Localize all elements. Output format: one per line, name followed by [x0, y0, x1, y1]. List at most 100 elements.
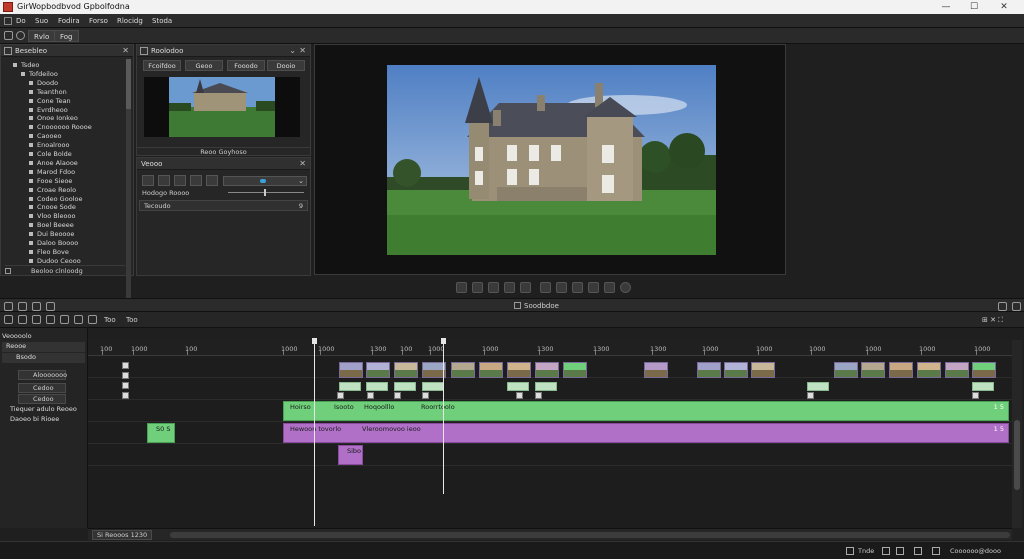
- track-button[interactable]: Cedoo: [18, 394, 66, 404]
- source-tab[interactable]: Fooodo: [227, 60, 265, 71]
- tree-item[interactable]: Fooe Sieoe: [37, 177, 72, 185]
- control-row[interactable]: Tecoudo 9: [139, 200, 308, 211]
- timeline-ruler[interactable]: 100 1000 100 1000 1000 1300 100 1000 1000 1300 130…: [88, 340, 1012, 356]
- tree-item[interactable]: Doodo: [37, 79, 58, 87]
- small-clip-green[interactable]: S0 S: [147, 423, 175, 443]
- toolbar-button[interactable]: Rvlo: [28, 30, 56, 42]
- mark-icon[interactable]: [540, 282, 551, 293]
- select-tool-icon[interactable]: [4, 315, 13, 324]
- record-icon[interactable]: [16, 31, 25, 40]
- video-clip-thumbnail[interactable]: [945, 362, 969, 378]
- link-icon[interactable]: [896, 547, 904, 555]
- video-clip-thumbnail[interactable]: [563, 362, 587, 378]
- maximize-panel-icon[interactable]: [998, 302, 1007, 311]
- razor-tool-icon[interactable]: [18, 315, 27, 324]
- marker-icon[interactable]: [74, 315, 83, 324]
- minimize-button[interactable]: —: [932, 1, 960, 13]
- tree-scrollbar[interactable]: [126, 59, 131, 305]
- tree-item[interactable]: Cole Bolde: [37, 150, 72, 158]
- close-button[interactable]: ✕: [990, 1, 1018, 13]
- video-clip-thumbnail[interactable]: [394, 362, 418, 378]
- mini-clip[interactable]: [807, 382, 829, 391]
- audio-icon[interactable]: [914, 547, 922, 555]
- close-icon[interactable]: ✕: [122, 46, 129, 55]
- settings-icon[interactable]: [620, 282, 631, 293]
- tree-item[interactable]: Dudoo Ceooo: [37, 257, 81, 265]
- mini-clip[interactable]: [535, 382, 557, 391]
- menu-item[interactable]: Stoda: [152, 17, 172, 25]
- redo-icon[interactable]: [18, 302, 27, 311]
- fast-forward-icon[interactable]: [520, 282, 531, 293]
- mini-clip[interactable]: [394, 382, 416, 391]
- source-tab[interactable]: Dooio: [267, 60, 305, 71]
- video-clip-thumbnail[interactable]: [366, 362, 390, 378]
- timeline-vertical-scrollbar[interactable]: [1012, 340, 1022, 528]
- video-clip-thumbnail[interactable]: [861, 362, 885, 378]
- scroll-thumb[interactable]: [126, 59, 131, 109]
- source-thumbnail[interactable]: [144, 77, 300, 137]
- maximize-button[interactable]: ☐: [960, 1, 988, 13]
- tree-item[interactable]: Fleo Bove: [37, 248, 69, 256]
- tree-item[interactable]: Anoe Alaooe: [37, 159, 78, 167]
- tree-item[interactable]: Enoalrooo: [37, 141, 69, 149]
- tree-item[interactable]: Onoe Ionkeo: [37, 114, 78, 122]
- scroll-thumb[interactable]: [1014, 420, 1020, 490]
- tree-item[interactable]: Cnoooooo Roooe: [37, 123, 92, 131]
- app-menu-icon[interactable]: [4, 17, 12, 25]
- zoom-label[interactable]: Si Reooos 1230: [92, 530, 153, 540]
- video-clip-green[interactable]: Hoirso Isooto Hoqoolllo Roorrtoolo 1 5: [283, 401, 1009, 421]
- video-clip-thumbnail[interactable]: [507, 362, 531, 378]
- video-clip-thumbnail[interactable]: [451, 362, 475, 378]
- close-icon[interactable]: [1012, 302, 1021, 311]
- lock-icon[interactable]: [846, 547, 854, 555]
- audio-clip-purple[interactable]: Hewoon tovorlo Vleroomovoo ieoo 1 5: [283, 423, 1009, 443]
- step-back-icon[interactable]: [472, 282, 483, 293]
- video-clip-thumbnail[interactable]: [751, 362, 775, 378]
- safe-area-icon[interactable]: [604, 282, 615, 293]
- zoom-icon[interactable]: [88, 315, 97, 324]
- video-clip-thumbnail[interactable]: [724, 362, 748, 378]
- small-clip-purple[interactable]: Sibo: [338, 445, 363, 465]
- grid-icon[interactable]: [882, 547, 890, 555]
- video-clip-thumbnail[interactable]: [889, 362, 913, 378]
- video-clip-thumbnail[interactable]: [339, 362, 363, 378]
- tree-item[interactable]: Croae Reolo: [37, 186, 76, 194]
- program-monitor-frame[interactable]: [387, 65, 716, 255]
- dropdown-icon[interactable]: ⌄: [289, 46, 296, 55]
- menu-item[interactable]: Rlocidg: [117, 17, 143, 25]
- menu-item[interactable]: Fodira: [58, 17, 80, 25]
- export-icon[interactable]: [588, 282, 599, 293]
- mini-clip[interactable]: [972, 382, 994, 391]
- tree-item[interactable]: Vloo Bleooo: [37, 212, 75, 220]
- tree-item[interactable]: Evrdheoo: [37, 106, 68, 114]
- timeline-right-icons[interactable]: ⊞ ✕ ⛶: [982, 316, 1003, 325]
- timeline-horizontal-scrollbar[interactable]: Si Reooos 1230: [88, 528, 1012, 540]
- mini-clip[interactable]: [339, 382, 361, 391]
- track-button[interactable]: Alooooooo: [18, 370, 67, 380]
- tree-item[interactable]: Teanthon: [37, 88, 67, 96]
- mini-clip[interactable]: [422, 382, 444, 391]
- control-slider[interactable]: [228, 189, 304, 196]
- stop-icon[interactable]: [142, 175, 154, 186]
- link-icon[interactable]: [60, 315, 69, 324]
- slider-handle[interactable]: [264, 189, 266, 196]
- playhead-line[interactable]: [314, 338, 315, 526]
- video-clip-thumbnail[interactable]: [644, 362, 668, 378]
- track-button[interactable]: Cedoo: [18, 383, 66, 393]
- tree-item[interactable]: Cnooe Sode: [37, 203, 76, 211]
- scroll-thumb[interactable]: [170, 532, 1010, 538]
- track-head-item[interactable]: Bsodo: [2, 353, 85, 363]
- video-clip-thumbnail[interactable]: [479, 362, 503, 378]
- video-clip-thumbnail[interactable]: [917, 362, 941, 378]
- record-icon[interactable]: [572, 282, 583, 293]
- undo-icon[interactable]: [4, 302, 13, 311]
- menu-item[interactable]: Forso: [89, 17, 108, 25]
- copy-icon[interactable]: [46, 302, 55, 311]
- slip-tool-icon[interactable]: [32, 315, 41, 324]
- toolbar-button[interactable]: Fog: [54, 30, 79, 42]
- tree-item[interactable]: Daloo Boooo: [37, 239, 78, 247]
- video-clip-thumbnail[interactable]: [834, 362, 858, 378]
- cut-icon[interactable]: [32, 302, 41, 311]
- tree-item[interactable]: Tofdeiloo: [29, 70, 58, 78]
- loop-icon[interactable]: [456, 282, 467, 293]
